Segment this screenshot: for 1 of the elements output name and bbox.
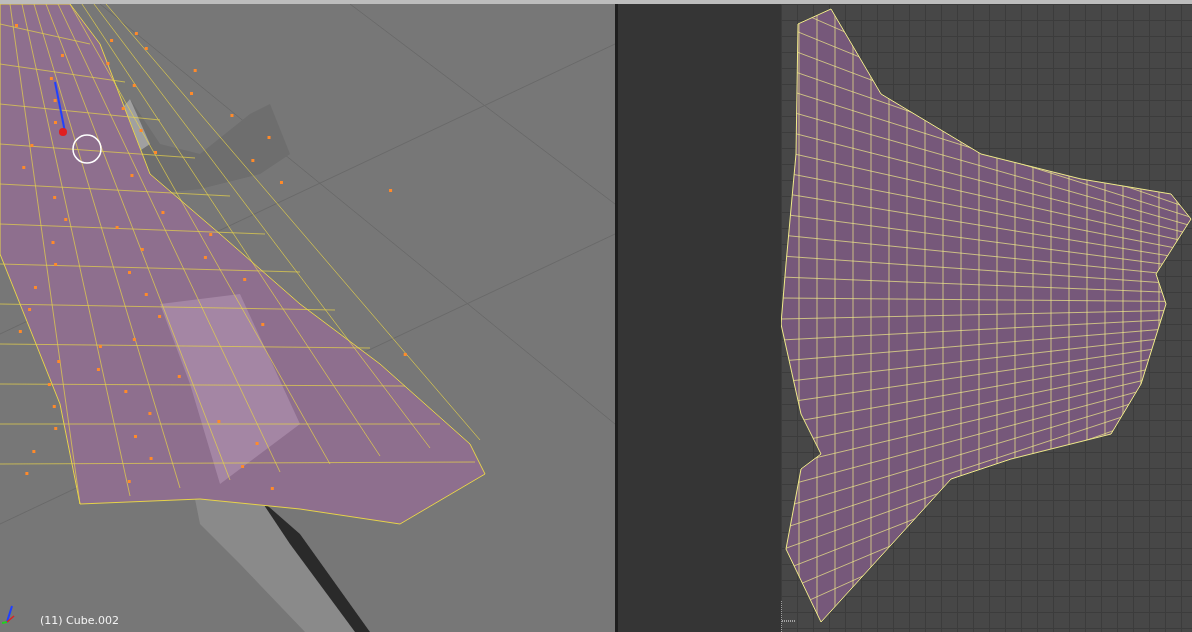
object-label: (11) Cube.002 — [40, 614, 119, 627]
